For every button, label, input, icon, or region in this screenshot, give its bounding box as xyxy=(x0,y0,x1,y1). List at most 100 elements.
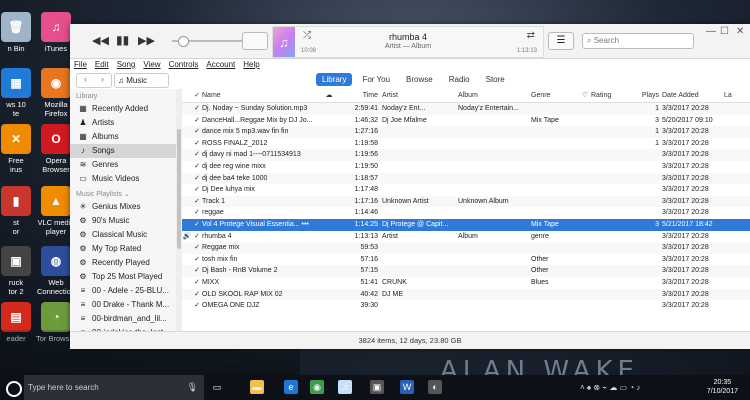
row-checkbox[interactable]: ✓ xyxy=(192,254,202,266)
menu-controls[interactable]: Controls xyxy=(169,60,199,69)
row-checkbox[interactable]: ✓ xyxy=(192,242,202,254)
row-checkbox[interactable]: ✓ xyxy=(192,184,202,196)
tray-icons[interactable]: ˄ ♠ ⊗ ⌁ ☁ ▭ ◔ ♪ xyxy=(580,375,640,400)
row-checkbox[interactable]: ✓ xyxy=(192,173,202,185)
previous-button[interactable]: ◀◀ xyxy=(92,34,109,47)
menu-help[interactable]: Help xyxy=(243,60,259,69)
sidebar-playlist-item[interactable]: ≡ 00 - Adele - 25-BLU... xyxy=(70,284,176,298)
sidebar-playlist-item[interactable]: ⚙ My Top Rated xyxy=(70,242,176,256)
row-checkbox[interactable]: ✓ xyxy=(192,138,202,150)
song-row[interactable]: ✓ Dj. Noday ~ Sunday Solution.mp3 2:59:41 N… xyxy=(182,103,750,115)
itunes-icon[interactable]: ♫ xyxy=(338,380,352,394)
pause-button[interactable]: ▮▮ xyxy=(116,33,129,47)
sidebar-library-item[interactable]: ♪ Songs xyxy=(70,144,176,158)
col-plays[interactable]: Plays xyxy=(637,89,662,102)
song-row[interactable]: ✓ MIXX 51:41 CRUNK Blues 3/3/2017 20:28 xyxy=(182,277,750,289)
microphone-icon[interactable]: 🎙 xyxy=(187,375,198,400)
row-checkbox[interactable]: ✓ xyxy=(192,207,202,219)
volume-knob[interactable] xyxy=(178,36,189,47)
sidebar-library-item[interactable]: ♟ Artists xyxy=(70,116,176,130)
media-kind-select[interactable]: ♫ Music xyxy=(114,73,169,88)
sidebar-playlist-item[interactable]: ⚙ Recently Played xyxy=(70,256,176,270)
cloud-icon[interactable]: ☁ xyxy=(320,89,338,102)
store-icon[interactable]: ▣ xyxy=(370,380,384,394)
up-next-button[interactable]: ☰ xyxy=(548,32,574,50)
menu-view[interactable]: View xyxy=(143,60,160,69)
song-row[interactable]: ✓ dj davy ni mad 1----0711534913 1:19:56 3/… xyxy=(182,149,750,161)
row-checkbox[interactable]: ✓ xyxy=(192,289,202,301)
song-row[interactable]: ✓ DanceHall...Reggae Mix by DJ Jo... 1:46:… xyxy=(182,115,750,127)
song-row[interactable]: ✓ tosh mix fin 57:16 Other 3/3/2017 20:28 xyxy=(182,254,750,266)
forward-button[interactable]: › xyxy=(101,74,104,87)
start-button[interactable] xyxy=(6,381,22,397)
sidebar-playlist-item[interactable]: ✳ Genius Mixes xyxy=(70,200,176,214)
maximize-button[interactable]: ☐ xyxy=(720,26,729,37)
col-rating[interactable]: Rating xyxy=(591,89,637,102)
next-button[interactable]: ▶▶ xyxy=(138,34,155,47)
col-genre[interactable]: Genre xyxy=(531,89,579,102)
song-row[interactable]: ✓ OLD SKOOL RAP MIX 02 40:42 DJ ME 3/3/2017 … xyxy=(182,288,750,301)
row-checkbox[interactable]: ✓ xyxy=(192,115,202,127)
menu-file[interactable]: File xyxy=(74,60,87,69)
tab-radio[interactable]: Radio xyxy=(443,73,476,86)
sidebar-playlist-item[interactable]: ≡ 00-birdman_and_lil... xyxy=(70,312,176,326)
song-row[interactable]: ✓ OMEGA ONE DJZ 39:30 3/3/2017 20:28 xyxy=(182,300,750,312)
tab-store[interactable]: Store xyxy=(480,73,511,86)
close-button[interactable]: ✕ xyxy=(736,26,744,37)
minimize-button[interactable]: — xyxy=(706,26,716,37)
song-row[interactable]: ✓ Vol 4 Protege Visual Essentia... ••• 1:1… xyxy=(182,218,750,231)
menu-song[interactable]: Song xyxy=(117,60,136,69)
col-name[interactable]: Name xyxy=(202,89,320,102)
row-checkbox[interactable]: ✓ xyxy=(192,300,202,312)
playlists-heading[interactable]: Music Playlists ⌄ xyxy=(70,186,176,200)
col-time[interactable]: Time xyxy=(338,89,382,102)
row-checkbox[interactable]: ✓ xyxy=(192,149,202,161)
row-checkbox[interactable]: ✓ xyxy=(192,126,202,138)
sidebar-playlist-item[interactable]: ⚙ Classical Music xyxy=(70,228,176,242)
sidebar-scroll-thumb[interactable] xyxy=(177,129,181,249)
sidebar-library-item[interactable]: ▦ Recently Added xyxy=(70,102,176,116)
task-view-icon[interactable]: ▭ xyxy=(210,380,224,394)
menu-account[interactable]: Account xyxy=(206,60,235,69)
back-button[interactable]: ‹ xyxy=(84,74,87,87)
sidebar-library-item[interactable]: ▦ Albums xyxy=(70,130,176,144)
song-row[interactable]: 🔊 ✓ rhumba 4 1:13:13 Artist Album genre 3/3/201… xyxy=(182,231,750,243)
sidebar-playlist-item[interactable]: ⚙ Top 25 Most Played xyxy=(70,270,176,284)
airplay-button[interactable] xyxy=(242,32,268,50)
clock[interactable]: 20:35 7/10/2017 xyxy=(707,378,738,396)
tab-for-you[interactable]: For You xyxy=(356,73,396,86)
col-last[interactable]: La xyxy=(724,89,744,102)
song-row[interactable]: ✓ Reggae mix 59:53 3/3/2017 20:28 xyxy=(182,242,750,254)
song-row[interactable]: ✓ Track 1 1:17:16 Unknown Artist Unknown Alb… xyxy=(182,195,750,208)
col-date-added[interactable]: Date Added xyxy=(662,89,724,102)
word-icon[interactable]: W xyxy=(400,380,414,394)
file-explorer-icon[interactable]: ▬ xyxy=(250,380,264,394)
row-checkbox[interactable]: ✓ xyxy=(192,277,202,289)
row-checkbox[interactable]: ✓ xyxy=(192,219,202,231)
song-row[interactable]: ✓ ROSS FINALZ_2012 1:19:58 1 3/3/2017 20:28 xyxy=(182,138,750,150)
sidebar-playlist-item[interactable]: ≡ 00 Drake - Thank M... xyxy=(70,298,176,312)
col-check-icon[interactable]: ✓ xyxy=(192,89,202,102)
sidebar-library-item[interactable]: ▭ Music Videos xyxy=(70,172,176,186)
song-row[interactable]: ✓ reggae 1:14:46 3/3/2017 20:28 xyxy=(182,207,750,219)
tab-browse[interactable]: Browse xyxy=(400,73,439,86)
col-heart-icon[interactable]: ♡ xyxy=(579,89,591,102)
torch-icon[interactable]: ◐ xyxy=(428,380,442,394)
tab-library[interactable]: Library xyxy=(316,73,353,86)
song-row[interactable]: ✓ Dj Bash - RnB Volume 2 57:15 Other 3/3/201… xyxy=(182,265,750,277)
song-row[interactable]: ✓ Dj Dee luhya mix 1:17:48 3/3/2017 20:28 xyxy=(182,184,750,196)
song-row[interactable]: ✓ dj dee ba4 teke 1000 1:18:57 3/3/2017 20:… xyxy=(182,172,750,185)
row-checkbox[interactable]: ✓ xyxy=(192,231,202,243)
row-checkbox[interactable]: ✓ xyxy=(192,196,202,208)
menu-edit[interactable]: Edit xyxy=(95,60,109,69)
row-checkbox[interactable]: ✓ xyxy=(192,161,202,173)
row-checkbox[interactable]: ✓ xyxy=(192,265,202,277)
repeat-icon[interactable]: ⇄ xyxy=(527,30,535,41)
row-checkbox[interactable]: ✓ xyxy=(192,103,202,115)
song-row[interactable]: ✓ dj dee reg wine mixx 1:19:50 3/3/2017 20:… xyxy=(182,161,750,173)
chrome-icon[interactable]: ◉ xyxy=(310,380,324,394)
search-field[interactable]: ⌕ Search xyxy=(582,33,694,49)
edge-icon[interactable]: e xyxy=(284,380,298,394)
volume-slider[interactable] xyxy=(172,36,246,47)
taskbar-search[interactable]: Type here to search 🎙 xyxy=(24,375,204,400)
